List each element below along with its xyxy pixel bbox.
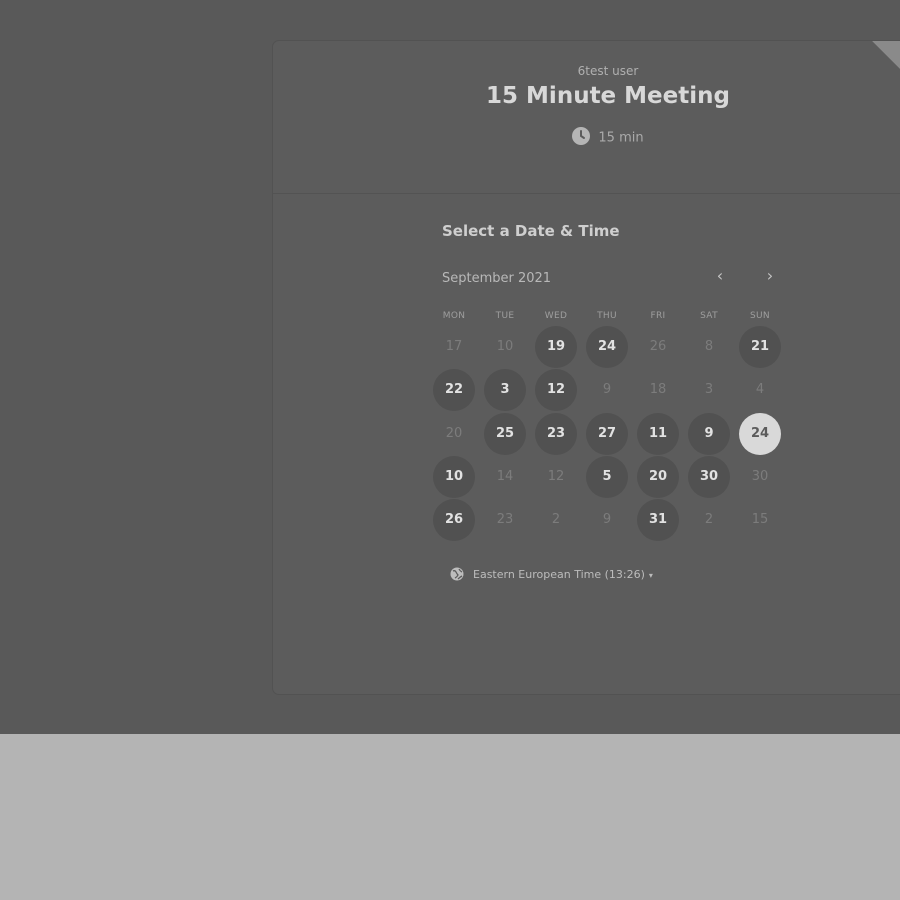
available-day-button[interactable]: 11 [637, 413, 679, 455]
available-day-button[interactable]: 26 [433, 499, 475, 541]
available-day-button[interactable]: 9 [688, 413, 730, 455]
weekday-wed: WED [544, 311, 568, 321]
globe-icon [450, 567, 464, 581]
unavailable-day: 23 [496, 512, 514, 527]
unavailable-day: 12 [547, 469, 565, 484]
available-day-button[interactable]: 24 [586, 326, 628, 368]
available-day-button[interactable]: 19 [535, 326, 577, 368]
month-label: September 2021 [442, 271, 552, 286]
unavailable-day: 3 [704, 382, 714, 397]
section-title: Select a Date & Time [442, 222, 620, 240]
available-day-button[interactable]: 23 [535, 413, 577, 455]
unavailable-day: 18 [649, 382, 667, 397]
available-day-button[interactable]: 5 [586, 456, 628, 498]
event-header: 6test user 15 Minute Meeting 15 min P Ca [273, 41, 900, 194]
unavailable-day: 26 [649, 339, 667, 354]
month-navigation: September 2021 ‹ › [442, 265, 782, 289]
unavailable-day: 2 [551, 512, 561, 527]
weekday-sun: SUN [750, 311, 770, 321]
available-day-button[interactable]: 22 [433, 369, 475, 411]
caret-down-icon: ▾ [648, 570, 653, 580]
chevron-left-icon: ‹ [716, 266, 724, 285]
unavailable-day: 2 [704, 512, 714, 527]
unavailable-day: 15 [751, 512, 769, 527]
weekday-fri: FRI [650, 311, 666, 321]
available-day-button[interactable]: 30 [688, 456, 730, 498]
chevron-right-icon: › [766, 266, 774, 285]
unavailable-day: 9 [602, 382, 612, 397]
clock-icon [572, 127, 591, 145]
weekday-header-row: MON TUE WED THU FRI SAT SUN [432, 311, 789, 325]
available-day-button[interactable]: 31 [637, 499, 679, 541]
available-day-button[interactable]: 12 [535, 369, 577, 411]
unavailable-day: 17 [445, 339, 463, 354]
unavailable-day: 10 [496, 339, 514, 354]
unavailable-day: 30 [751, 469, 769, 484]
event-duration: 15 min [273, 127, 900, 147]
duration-label: 15 min [598, 130, 644, 146]
timezone-selector[interactable]: Eastern European Time (13:26) ▾ [450, 567, 653, 582]
available-day-button[interactable]: 10 [433, 456, 475, 498]
available-day-button[interactable]: 21 [739, 326, 781, 368]
weekday-thu: THU [597, 311, 617, 321]
unavailable-day: 4 [755, 382, 765, 397]
available-day-button[interactable]: 20 [637, 456, 679, 498]
calendar-grid: 17 10 19 24 26 8 21 22 3 12 9 18 3 4 20 25 23 27 11 9 24 10 14… [432, 325, 789, 545]
selected-day-button[interactable]: 24 [739, 413, 781, 455]
previous-month-button[interactable]: ‹ [708, 265, 732, 289]
unavailable-day: 9 [602, 512, 612, 527]
available-day-button[interactable]: 25 [484, 413, 526, 455]
unavailable-day: 8 [704, 339, 714, 354]
weekday-mon: MON [442, 311, 466, 321]
weekday-sat: SAT [700, 311, 718, 321]
event-title: 15 Minute Meeting [486, 83, 730, 109]
available-day-button[interactable]: 3 [484, 369, 526, 411]
next-month-button[interactable]: › [758, 265, 782, 289]
unavailable-day: 14 [496, 469, 514, 484]
scheduling-card: 6test user 15 Minute Meeting 15 min P Ca… [273, 41, 900, 694]
unavailable-day: 20 [445, 426, 463, 441]
available-day-button[interactable]: 27 [586, 413, 628, 455]
weekday-tue: TUE [495, 311, 515, 321]
timezone-label: Eastern European Time (13:26) [473, 568, 645, 581]
host-name: 6test user [577, 64, 639, 78]
